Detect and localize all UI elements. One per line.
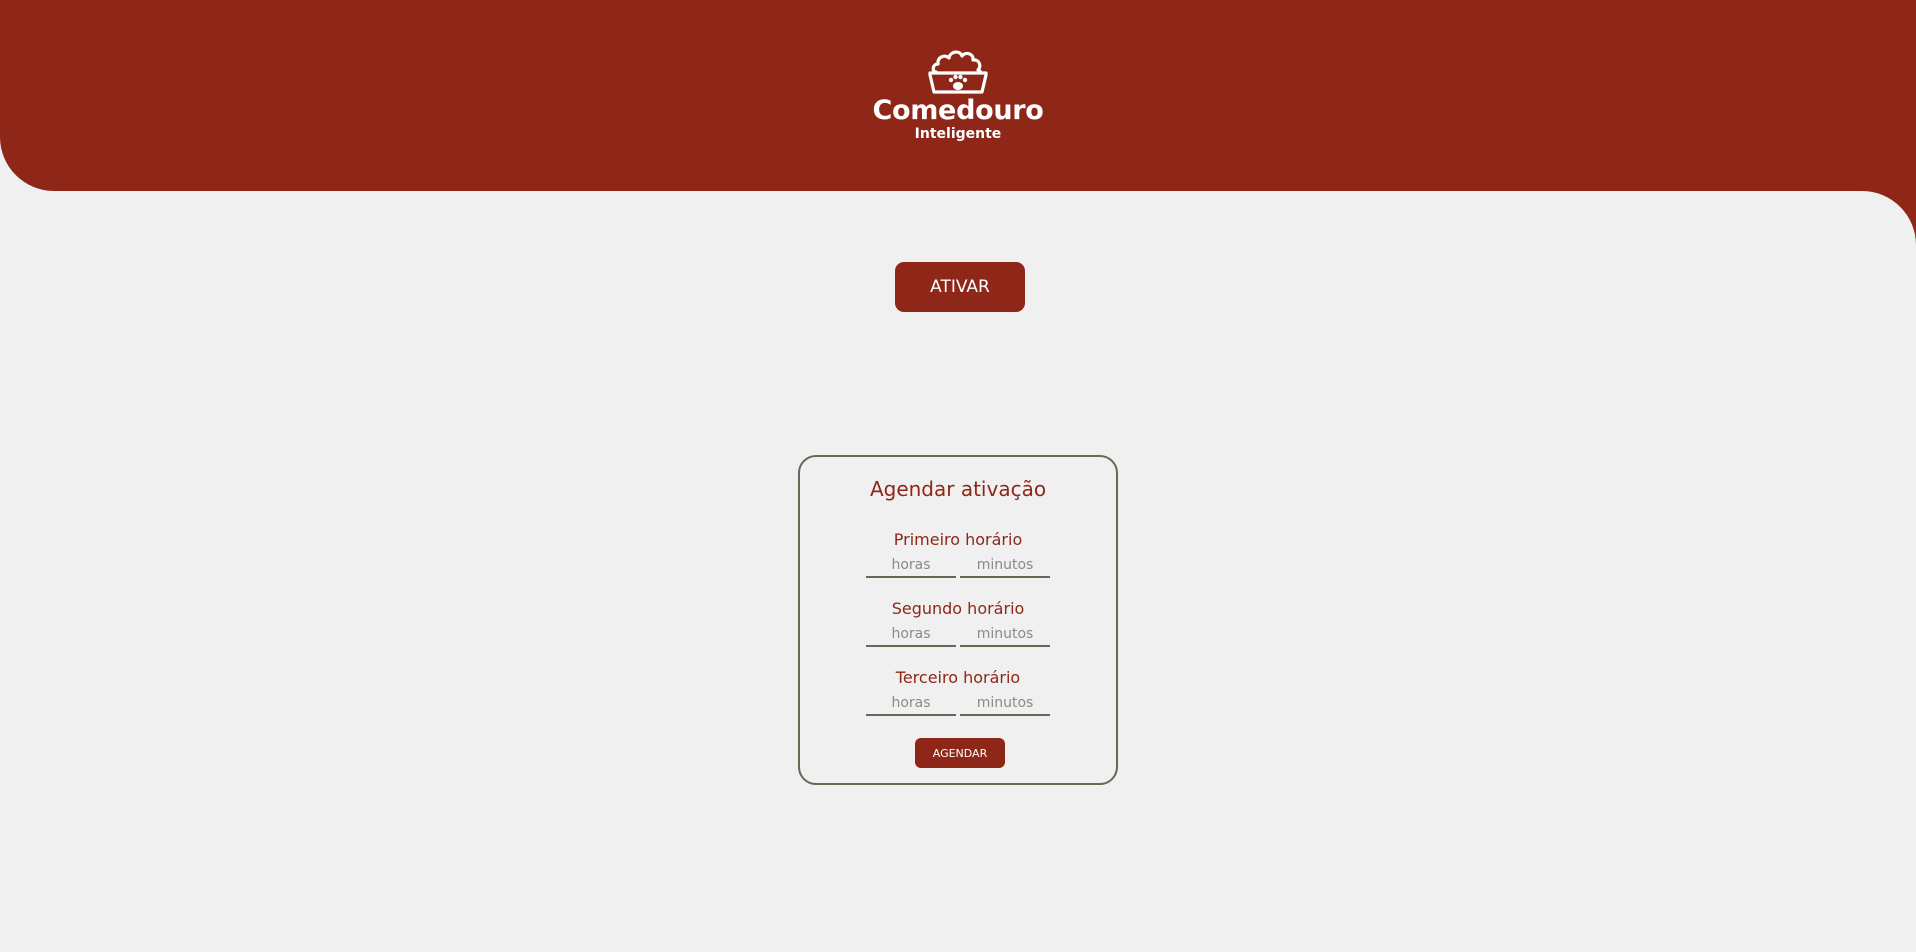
slot-label: Terceiro horário	[895, 668, 1021, 687]
slot-label: Segundo horário	[891, 599, 1025, 618]
first-hours-input[interactable]	[866, 554, 956, 578]
slot-inputs	[800, 692, 1116, 716]
third-hours-input[interactable]	[866, 692, 956, 716]
schedule-slot-third: Terceiro horário	[800, 668, 1116, 716]
third-minutes-input[interactable]	[960, 692, 1050, 716]
activate-button[interactable]: ATIVAR	[895, 262, 1025, 312]
second-hours-input[interactable]	[866, 623, 956, 647]
logo-title: Comedouro	[872, 95, 1044, 126]
slot-label: Primeiro horário	[893, 530, 1023, 549]
schedule-submit-button[interactable]: AGENDAR	[915, 738, 1005, 768]
schedule-slot-first: Primeiro horário	[800, 530, 1116, 578]
slot-inputs	[800, 623, 1116, 647]
pet-food-bowl-icon	[928, 50, 988, 94]
schedule-title: Agendar ativação	[869, 477, 1047, 501]
schedule-card: Agendar ativação Primeiro horário Segund…	[798, 455, 1118, 785]
logo: Comedouro Inteligente	[858, 46, 1058, 142]
first-minutes-input[interactable]	[960, 554, 1050, 578]
slot-inputs	[800, 554, 1116, 578]
second-minutes-input[interactable]	[960, 623, 1050, 647]
logo-subtitle: Inteligente	[914, 126, 1002, 142]
schedule-slot-second: Segundo horário	[800, 599, 1116, 647]
